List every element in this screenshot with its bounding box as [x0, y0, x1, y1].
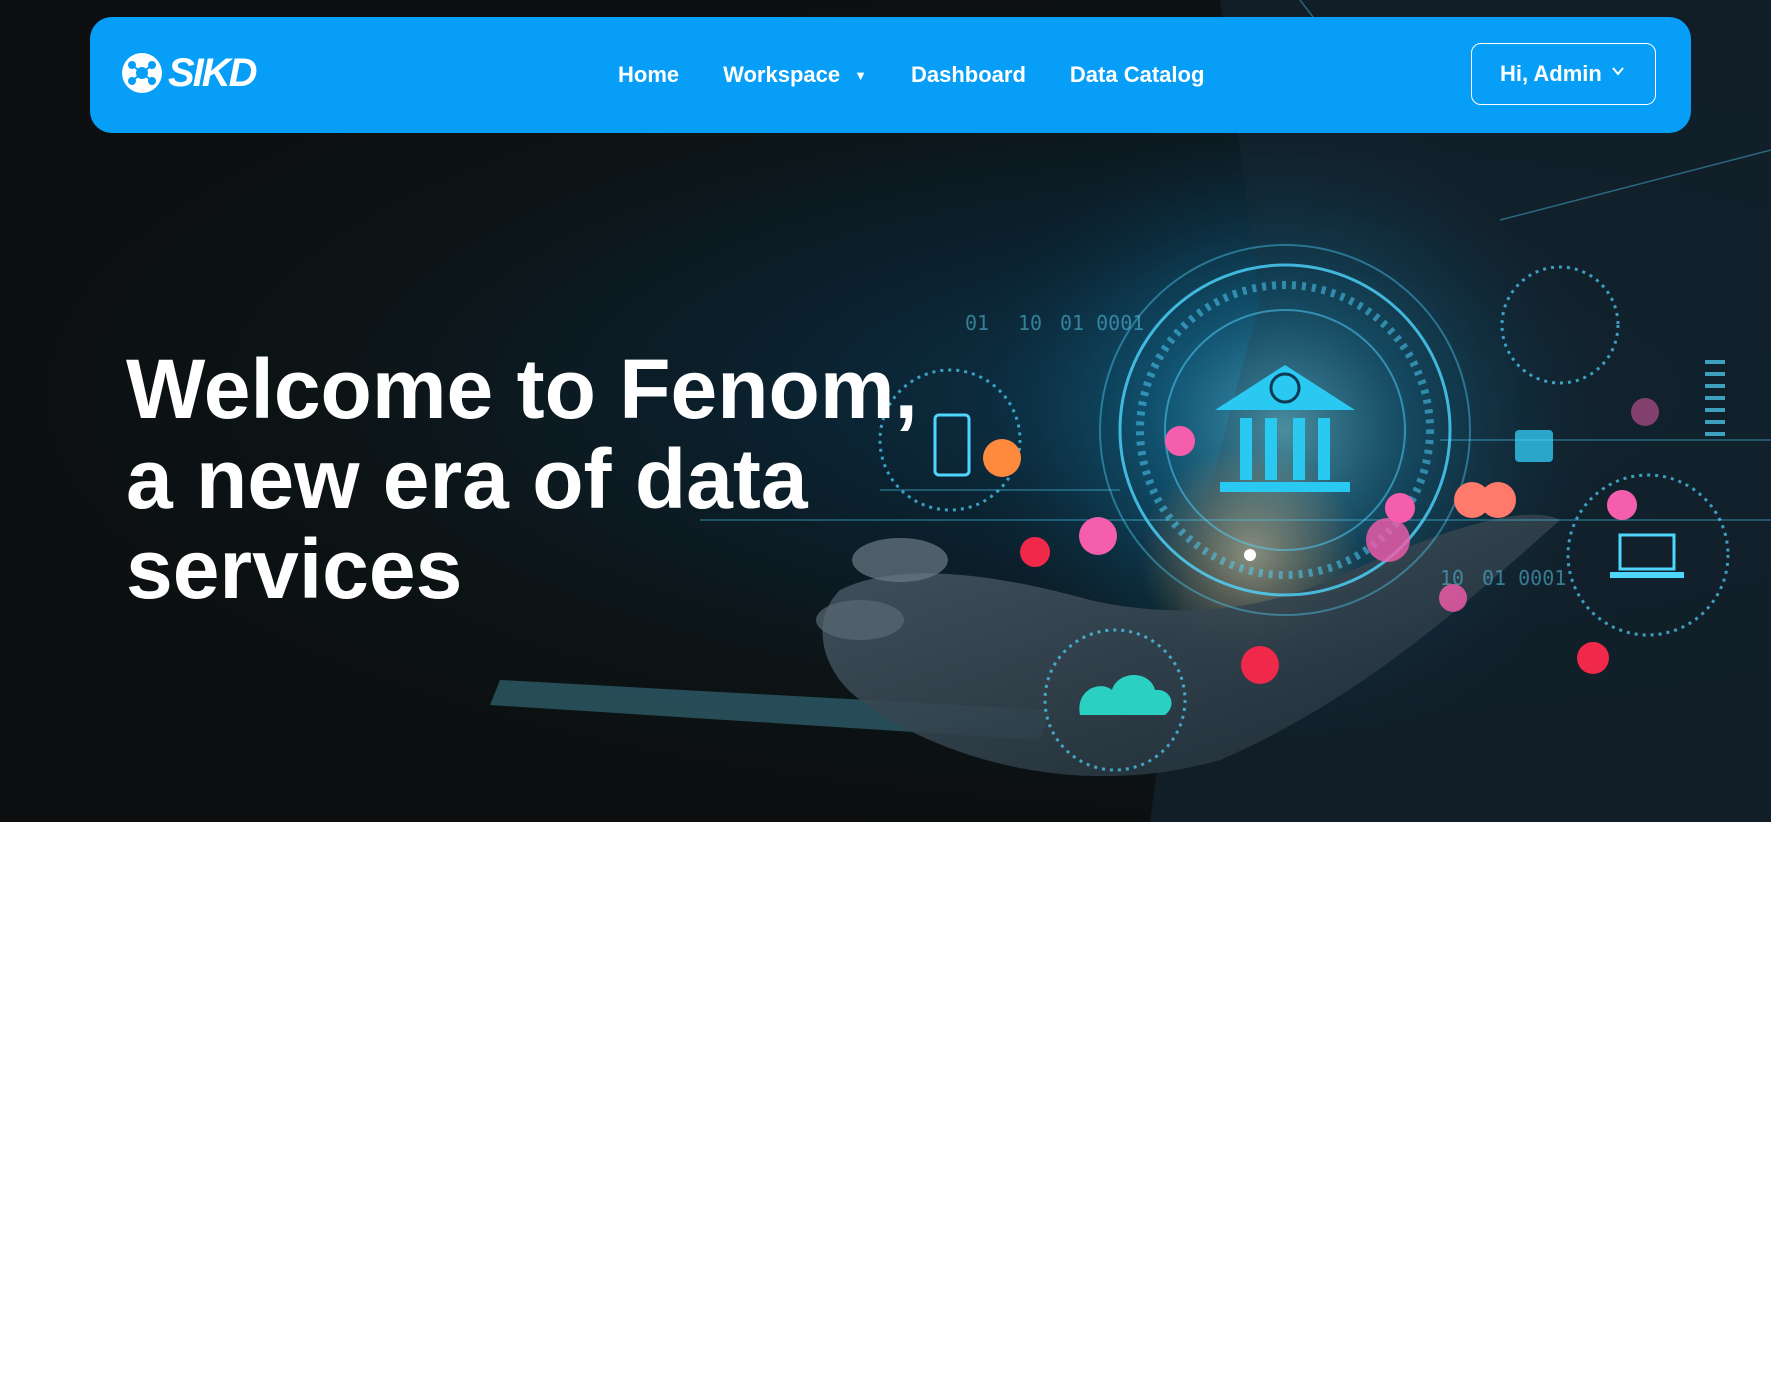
svg-text:10: 10 — [1018, 311, 1042, 335]
hero-banner: 01 10 01 0001 10 01 0001 SIKD Home Works… — [0, 0, 1771, 822]
nav-dashboard-label: Dashboard — [910, 62, 1026, 87]
user-menu-button[interactable]: Hi, Admin — [1471, 43, 1656, 105]
nav-workspace-label: Workspace — [723, 62, 841, 87]
logo-wordmark: SIKD — [168, 51, 258, 95]
user-menu-label: Hi, Admin — [1500, 61, 1602, 86]
caret-down-icon: ▼ — [854, 67, 867, 83]
chevron-down-icon — [1612, 67, 1624, 76]
main-content-area — [0, 822, 1771, 1398]
nav-workspace[interactable]: Workspace ▼ — [723, 62, 867, 88]
headline-line-3: services — [126, 522, 463, 616]
hero-headline: Welcome to Fenom, a new era of data serv… — [126, 344, 966, 614]
nav-dashboard[interactable]: Dashboard — [911, 62, 1026, 88]
nav-home[interactable]: Home — [618, 62, 679, 88]
nav-home-label: Home — [618, 62, 680, 87]
svg-text:01 0001: 01 0001 — [1060, 311, 1144, 335]
network-logo-icon — [122, 53, 162, 93]
main-nav: Home Workspace ▼ Dashboard Data Catalog — [618, 17, 1248, 133]
headline-line-1: Welcome to Fenom, — [126, 342, 918, 436]
nav-data-catalog-label: Data Catalog — [1069, 62, 1205, 87]
svg-text:01: 01 — [965, 311, 989, 335]
top-navbar: SIKD Home Workspace ▼ Dashboard Data Cat… — [90, 17, 1691, 133]
headline-line-2: a new era of data — [126, 432, 808, 526]
svg-text:01 0001: 01 0001 — [1482, 566, 1566, 590]
nav-data-catalog[interactable]: Data Catalog — [1070, 62, 1204, 88]
sikd-logo[interactable]: SIKD — [120, 49, 280, 99]
